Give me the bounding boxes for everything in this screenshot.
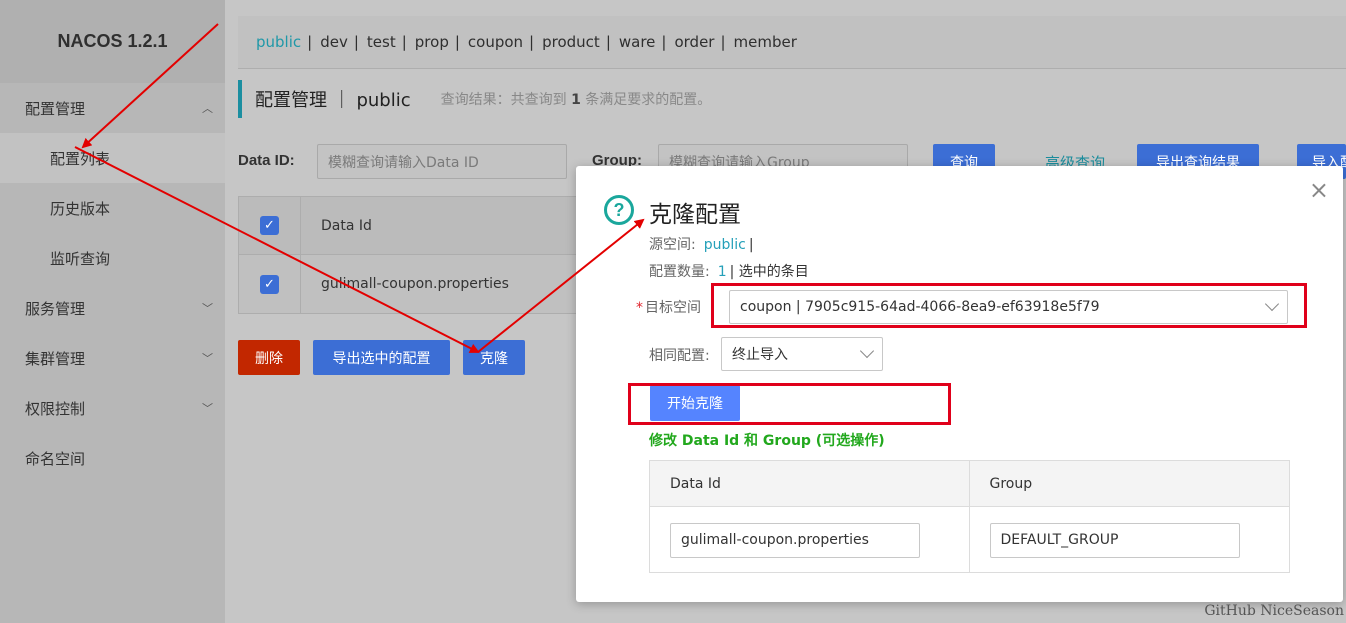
arrow-to-config-list (81, 23, 219, 149)
arrow-to-clone-button (74, 146, 480, 353)
watermark: GitHub NiceSeason (1204, 603, 1344, 619)
annotation-arrows (74, 23, 645, 353)
arrow-to-dialog-title (477, 218, 645, 353)
